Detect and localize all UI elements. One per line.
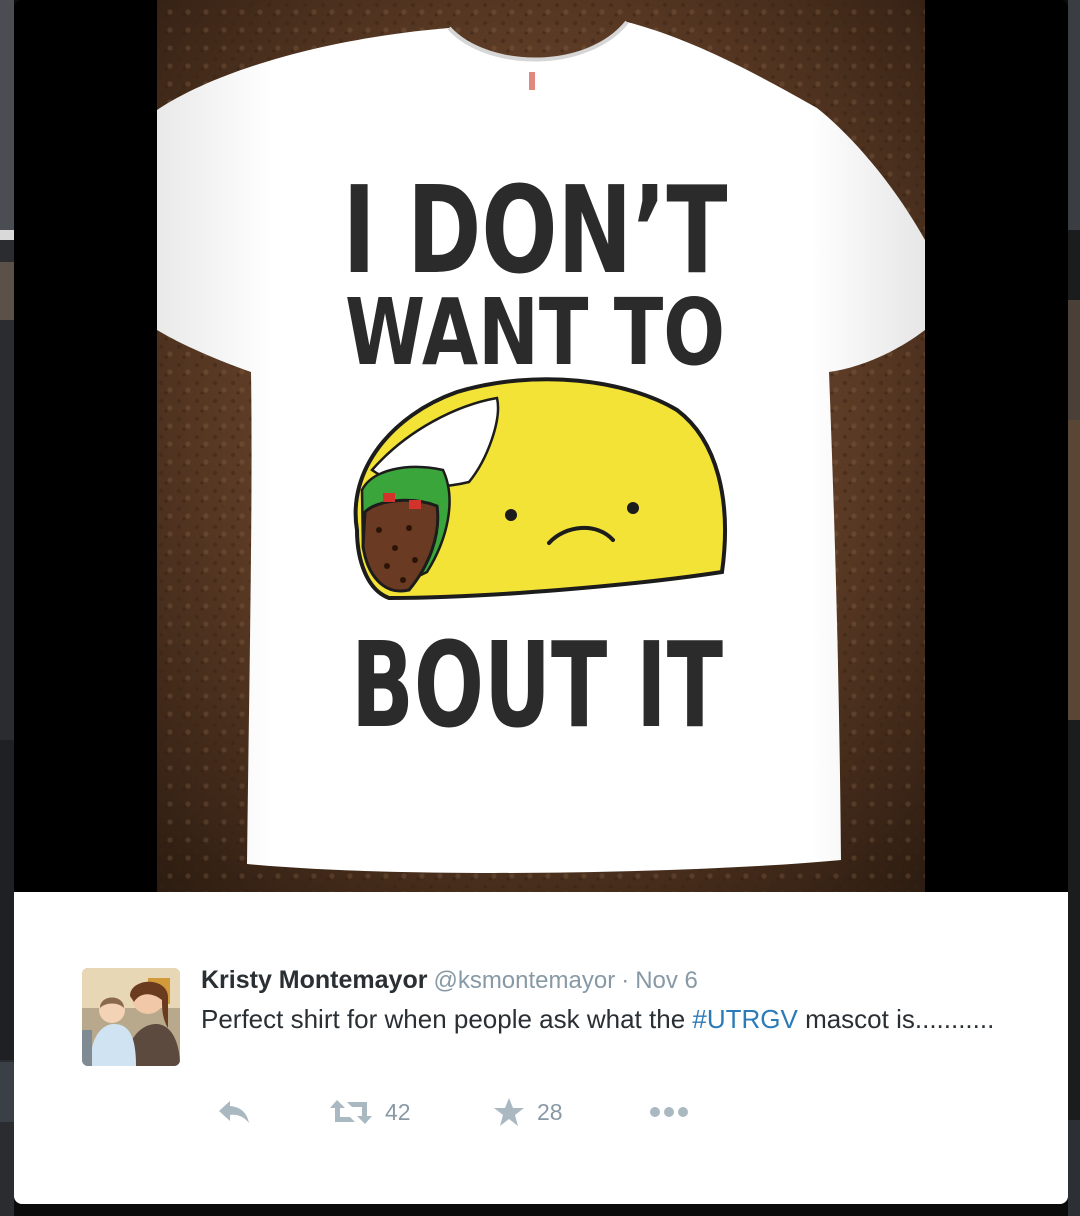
tweet-header: Kristy Montemayor @ksmontemayor · Nov 6 xyxy=(201,966,1021,995)
tweet-card: Kristy Montemayor @ksmontemayor · Nov 6 Per… xyxy=(14,892,1068,1204)
avatar[interactable] xyxy=(82,968,180,1066)
more-icon xyxy=(650,1107,688,1117)
media-lightbox: I DON’T WANT TO BOUT IT Kristy Montemayo… xyxy=(14,0,1068,1204)
hashtag-link[interactable]: #UTRGV xyxy=(692,1004,797,1034)
retweet-icon xyxy=(330,1100,372,1124)
reply-button[interactable] xyxy=(217,1092,251,1132)
tweet-actions: 42 28 xyxy=(201,1092,901,1132)
header-separator: · xyxy=(621,967,630,994)
timestamp[interactable]: Nov 6 xyxy=(635,967,698,994)
taco-eye-left xyxy=(505,509,517,521)
favorite-icon xyxy=(494,1098,524,1126)
media-panel: I DON’T WANT TO BOUT IT xyxy=(14,0,1068,892)
tweet-text-start: Perfect shirt for when people ask what t… xyxy=(201,1004,693,1034)
background-right-strip xyxy=(1068,0,1080,1216)
reply-icon xyxy=(219,1101,249,1123)
tweet-text-end: mascot is........... xyxy=(797,1004,995,1034)
shirt-line-2: WANT TO xyxy=(345,279,725,386)
favorite-button[interactable]: 28 xyxy=(493,1092,563,1132)
display-name[interactable]: Kristy Montemayor xyxy=(201,966,427,994)
username[interactable]: @ksmontemayor xyxy=(433,967,615,994)
tag-mark xyxy=(529,72,535,90)
shirt-line-3: BOUT IT xyxy=(351,616,723,754)
tweet-text: Perfect shirt for when people ask what t… xyxy=(201,1002,1001,1036)
favorite-count: 28 xyxy=(537,1098,563,1125)
tweet-photo[interactable]: I DON’T WANT TO BOUT IT xyxy=(157,0,925,892)
retweet-button[interactable]: 42 xyxy=(329,1092,411,1132)
more-button[interactable] xyxy=(649,1092,689,1132)
retweet-count: 42 xyxy=(385,1098,411,1125)
background-left-strip xyxy=(0,0,14,1216)
taco-eye-right xyxy=(627,502,639,514)
